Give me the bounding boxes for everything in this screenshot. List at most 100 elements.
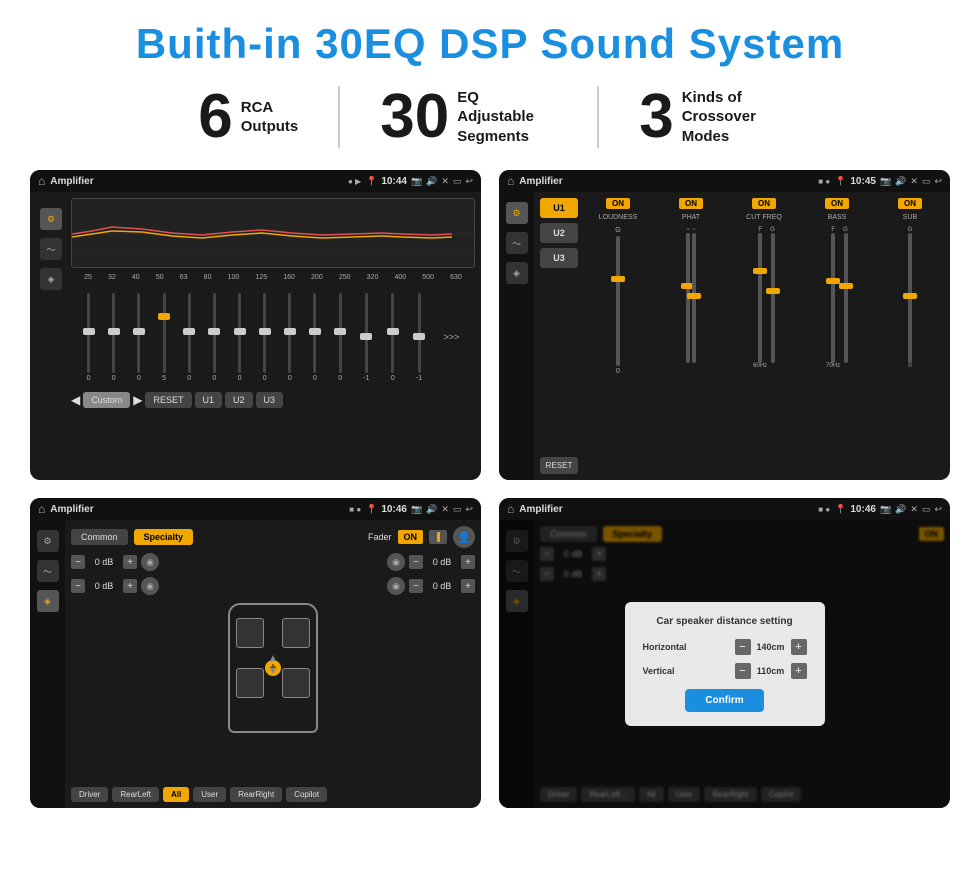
cutfreq-label: CUT FREQ [746,214,782,221]
db-plus-rl[interactable]: + [123,579,137,593]
cutfreq-on-btn[interactable]: ON [752,198,776,209]
amp2-sidebar: ⚙ 〜 ◈ [499,192,534,480]
location-icon-3: 📍 [366,504,377,515]
bass-on-btn[interactable]: ON [825,198,849,209]
preset-u3[interactable]: U3 [540,248,578,268]
dialog-horizontal-value: 140cm [755,642,787,652]
sub-label: SUB [903,214,917,221]
freq-125: 125 [255,274,267,281]
eq-u3-btn[interactable]: U3 [256,392,284,408]
screenshots-grid: ⌂ Amplifier ● ▶ 📍 10:44 📷 🔊 ✕ ▭ ↩ ⚙ 〜 ◈ [30,170,950,808]
all-btn[interactable]: All [163,787,189,802]
freq-25: 25 [84,274,92,281]
db-minus-rr[interactable]: − [409,579,423,593]
sub-on-btn[interactable]: ON [898,198,922,209]
fader-left-controls: − 0 dB + ◉ − 0 dB + ◉ [71,553,159,782]
channel-loudness: ON LOUDNESS G 0 [584,198,652,474]
dialog-horizontal-minus[interactable]: − [735,639,751,655]
eq-slider-11: -1 [363,293,369,382]
eq-prev-btn[interactable]: ◀ [71,393,80,407]
amp2-main-area: U1 U2 U3 RESET ON LOUDNESS G [534,192,950,480]
x-icon-3: ✕ [441,504,449,515]
seat-rl [236,668,264,698]
driver-btn[interactable]: Driver [71,787,108,802]
dialog-vertical-row: Vertical − 110cm + [643,663,807,679]
db-plus-fr[interactable]: + [461,555,475,569]
tab-common[interactable]: Common [71,529,128,545]
fader-bottom-row: Driver RearLeft All User RearRight Copil… [71,787,475,802]
status-bar-2: ⌂ Amplifier ■ ● 📍 10:45 📷 🔊 ✕ ▭ ↩ [499,170,950,192]
status-icons-3: 📍 10:46 📷 🔊 ✕ ▭ ↩ [366,504,473,515]
status-time-1: 10:44 [381,176,407,187]
record-dot-2: ■ ● [818,177,830,186]
camera-icon-1: 📷 [411,176,422,187]
home-icon-4: ⌂ [507,502,514,516]
fader-main-area: Common Specialty Fader ON 👤 − [65,520,481,808]
x-icon-2: ✕ [910,176,918,187]
phat-on-btn[interactable]: ON [679,198,703,209]
eq-curve-svg [72,199,474,267]
amp2-speaker-icon[interactable]: ◈ [506,262,528,284]
eq-speaker-icon[interactable]: ◈ [40,268,62,290]
camera-icon-2: 📷 [880,176,891,187]
x-icon-1: ✕ [441,176,449,187]
eq-next-btn[interactable]: ▶ [133,393,142,407]
amp2-filter-icon[interactable]: ⚙ [506,202,528,224]
fader-speaker-icon[interactable]: ◈ [37,590,59,612]
fader-on-btn[interactable]: ON [398,530,424,544]
stat-rca-number: 6 [198,86,232,148]
channel-sub: ON SUB G 0 [876,198,944,474]
loudness-on-btn[interactable]: ON [606,198,630,209]
back-icon-3: ↩ [465,504,473,515]
rearleft-btn[interactable]: RearLeft [112,787,159,802]
eq-chevron-right[interactable]: >>> [443,332,459,342]
fader-filter-icon[interactable]: ⚙ [37,530,59,552]
main-title: Buith-in 30EQ DSP Sound System [30,20,950,68]
eq-filter-icon[interactable]: ⚙ [40,208,62,230]
eq-reset-btn[interactable]: RESET [145,392,191,408]
eq-slider-6: 0 [238,293,242,382]
copilot-btn[interactable]: Copilot [286,787,327,802]
eq-wave-icon[interactable]: 〜 [40,238,62,260]
db-minus-fr[interactable]: − [409,555,423,569]
preset-u2[interactable]: U2 [540,223,578,243]
status-time-3: 10:46 [381,504,407,515]
user-btn[interactable]: User [193,787,226,802]
stat-crossover: 3 Kinds ofCrossover Modes [599,86,821,148]
dialog-vertical-value: 110cm [755,666,787,676]
dialog-vertical-plus[interactable]: + [791,663,807,679]
amp2-screen-content: ⚙ 〜 ◈ U1 U2 U3 RESET ON [499,192,950,480]
db-plus-fl[interactable]: + [123,555,137,569]
fader-wave-icon[interactable]: 〜 [37,560,59,582]
dialog-confirm-button[interactable]: Confirm [685,689,763,712]
db-minus-fl[interactable]: − [71,555,85,569]
dialog-overlay: Car speaker distance setting Horizontal … [499,520,950,808]
dialog-horizontal-control: − 140cm + [735,639,807,655]
preset-reset[interactable]: RESET [540,457,578,474]
page-container: Buith-in 30EQ DSP Sound System 6 RCAOutp… [0,0,980,828]
preset-u1[interactable]: U1 [540,198,578,218]
location-icon-4: 📍 [835,504,846,515]
rearright-btn[interactable]: RearRight [230,787,282,802]
eq-custom-btn[interactable]: Custom [83,392,130,408]
status-time-4: 10:46 [850,504,876,515]
screen-fader: ⌂ Amplifier ■ ● 📍 10:46 📷 🔊 ✕ ▭ ↩ ⚙ 〜 ◈ [30,498,481,808]
amp2-wave-icon[interactable]: 〜 [506,232,528,254]
seat-fr [282,618,310,648]
db-minus-rl[interactable]: − [71,579,85,593]
loudness-label: LOUDNESS [599,214,638,221]
dialog-box: Car speaker distance setting Horizontal … [625,602,825,726]
dialog-vertical-minus[interactable]: − [735,663,751,679]
dialog-title: Car speaker distance setting [643,616,807,627]
home-icon-1: ⌂ [38,174,45,188]
eq-slider-5: 0 [212,293,216,382]
freq-200: 200 [311,274,323,281]
tab-specialty[interactable]: Specialty [134,529,194,545]
eq-u1-btn[interactable]: U1 [195,392,223,408]
eq-u2-btn[interactable]: U2 [225,392,253,408]
freq-40: 40 [132,274,140,281]
eq-slider-4: 0 [187,293,191,382]
window-icon-4: ▭ [922,504,931,515]
dialog-horizontal-plus[interactable]: + [791,639,807,655]
db-plus-rr[interactable]: + [461,579,475,593]
